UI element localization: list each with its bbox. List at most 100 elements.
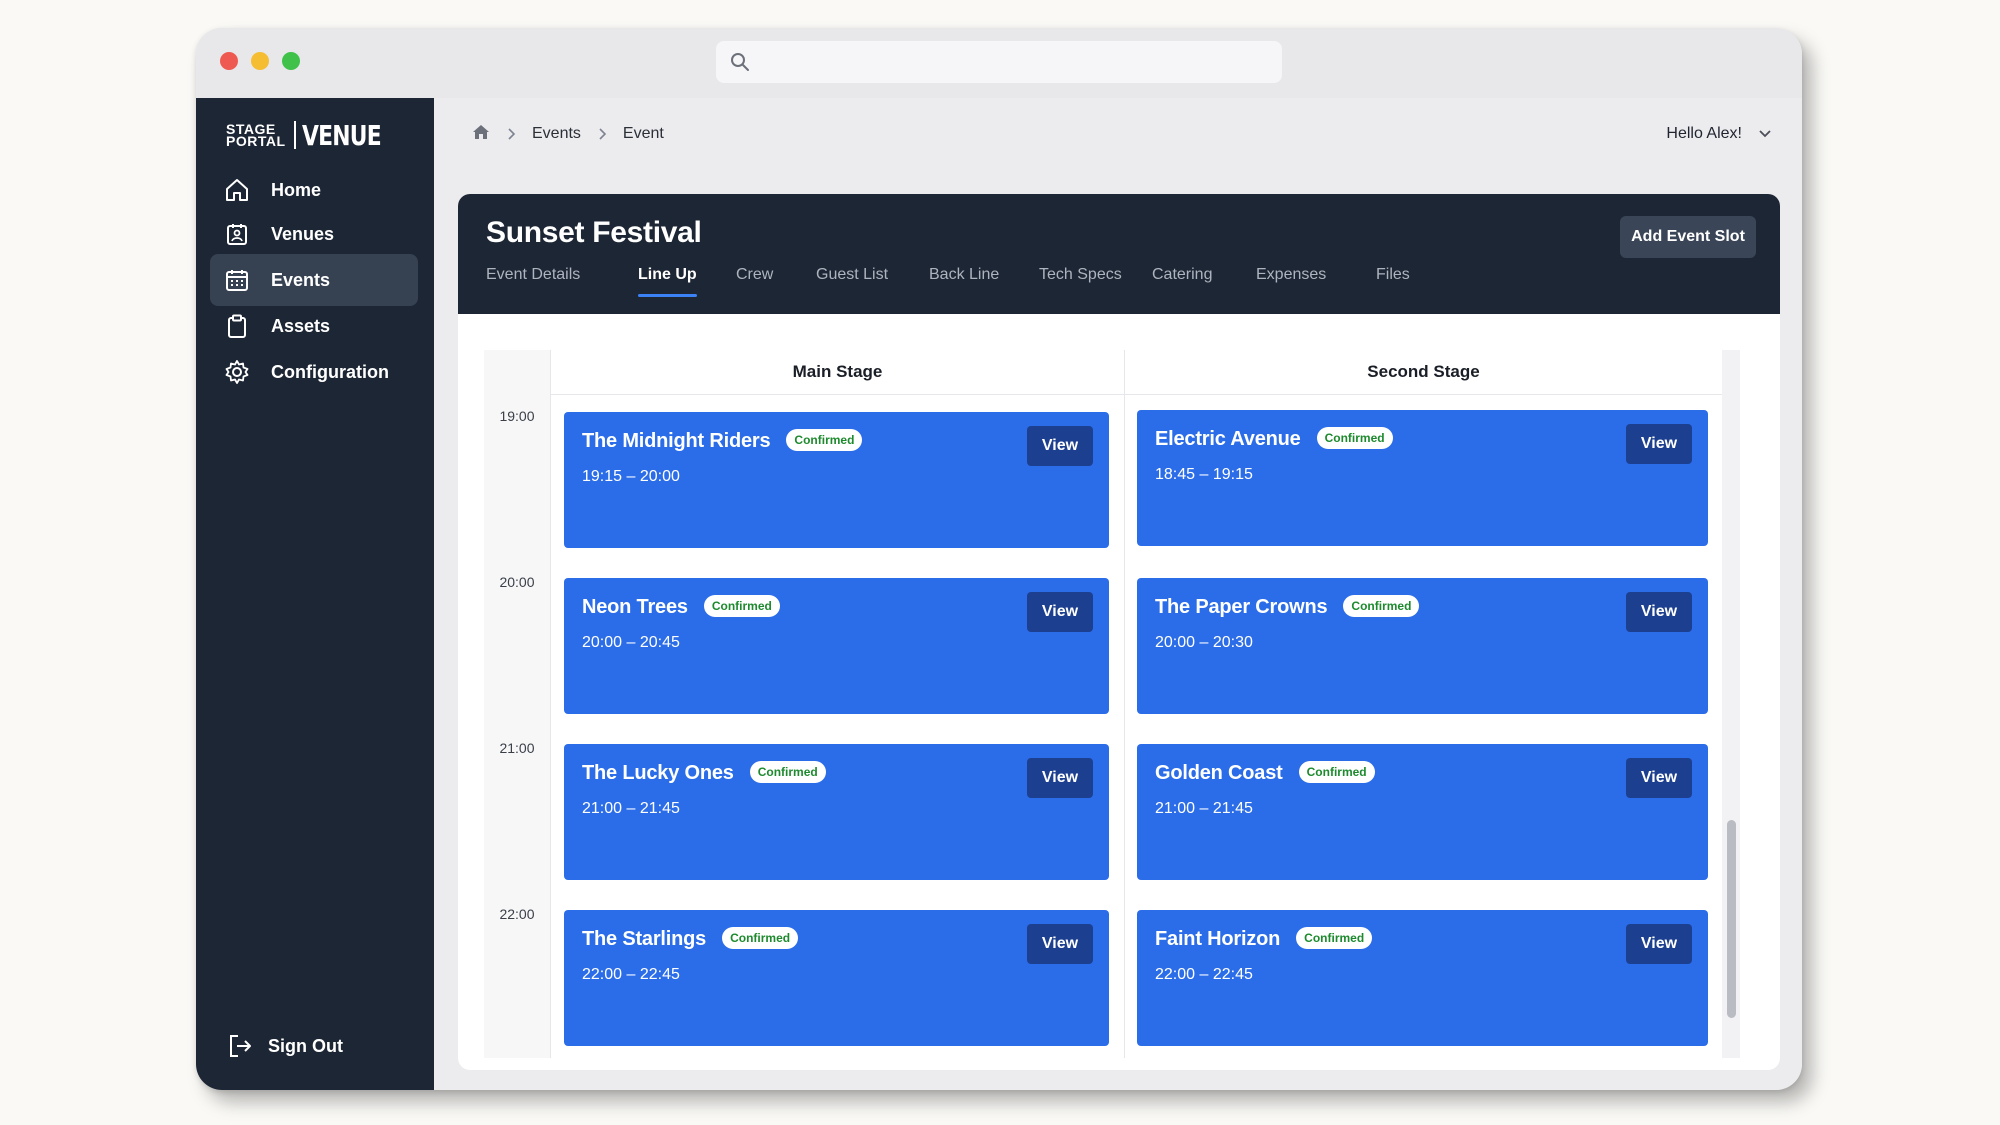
sidebar-item-events[interactable]: Events [210, 254, 418, 306]
logo-venue: VENUE [301, 118, 382, 152]
slot-card[interactable]: Faint Horizon Confirmed 22:00 – 22:45 Vie… [1137, 910, 1708, 1046]
view-button[interactable]: View [1626, 592, 1692, 632]
slot-name: The Midnight Riders [582, 430, 771, 452]
sidebar-item-assets[interactable]: Assets [210, 300, 418, 352]
app-window: STAGE PORTAL VENUE Home Venues Events As… [196, 28, 1802, 1090]
slot-name-wrap: The Paper Crowns Confirmed [1155, 595, 1420, 619]
home-icon[interactable] [472, 123, 490, 146]
stage-header-main: Main Stage [551, 350, 1124, 395]
slot-card[interactable]: Neon Trees Confirmed 20:00 – 20:45 View [564, 578, 1109, 714]
view-button[interactable]: View [1027, 592, 1093, 632]
view-button[interactable]: View [1626, 758, 1692, 798]
slot-name-wrap: Electric Avenue Confirmed [1155, 427, 1393, 451]
stage-header-second: Second Stage [1125, 350, 1722, 395]
view-button[interactable]: View [1027, 758, 1093, 798]
slot-name: Golden Coast [1155, 762, 1283, 784]
logo-divider [293, 121, 296, 149]
slot-name: The Lucky Ones [582, 762, 734, 784]
slot-card[interactable]: The Lucky Ones Confirmed 21:00 – 21:45 Vi… [564, 744, 1109, 880]
time-label: 22:00 [499, 906, 535, 922]
status-badge: Confirmed [703, 595, 780, 618]
calendar-icon [223, 266, 251, 294]
time-label: 19:00 [499, 408, 535, 424]
sidebar-item-venues[interactable]: Venues [210, 208, 418, 260]
tab-tech-specs[interactable]: Tech Specs [1039, 266, 1122, 284]
sidebar-item-label: Events [271, 269, 331, 290]
slot-time: 21:00 – 21:45 [1155, 800, 1253, 817]
slot-time: 18:45 – 19:15 [1155, 466, 1253, 483]
event-title: Sunset Festival [486, 216, 702, 249]
slot-name: Neon Trees [582, 596, 688, 618]
title-bar [196, 28, 1802, 98]
clipboard-icon [223, 312, 251, 340]
sign-out-icon [226, 1032, 254, 1060]
status-badge: Confirmed [1296, 927, 1373, 950]
slot-time: 22:00 – 22:45 [1155, 966, 1253, 983]
time-column: 19:00 20:00 21:00 22:00 [484, 350, 551, 1058]
time-label: 20:00 [499, 574, 535, 590]
tab-guest-list[interactable]: Guest List [816, 266, 888, 284]
chevron-right-icon [597, 128, 607, 140]
view-button[interactable]: View [1626, 424, 1692, 464]
search-input[interactable] [716, 41, 1282, 83]
brand-logo[interactable]: STAGE PORTAL VENUE [226, 118, 403, 152]
slot-card[interactable]: The Midnight Riders Confirmed 19:15 – 20:… [564, 412, 1109, 548]
time-label: 21:00 [499, 740, 535, 756]
sidebar-item-label: Configuration [271, 361, 389, 382]
slot-name-wrap: Neon Trees Confirmed [582, 595, 780, 619]
tab-event-details[interactable]: Event Details [486, 266, 580, 284]
gear-icon [223, 358, 251, 386]
lineup-schedule: 19:00 20:00 21:00 22:00 Main Stage Secon… [484, 350, 1740, 1058]
sidebar-item-label: Assets [271, 315, 331, 336]
slot-name-wrap: Golden Coast Confirmed [1155, 761, 1375, 785]
view-button[interactable]: View [1027, 924, 1093, 964]
view-button[interactable]: View [1027, 426, 1093, 466]
close-window-button[interactable] [220, 52, 238, 70]
tab-crew[interactable]: Crew [736, 266, 773, 284]
status-badge: Confirmed [786, 429, 863, 452]
home-icon [223, 176, 251, 204]
status-badge: Confirmed [1298, 761, 1375, 784]
slot-time: 20:00 – 20:45 [582, 634, 680, 651]
tab-line-up[interactable]: Line Up [638, 266, 697, 297]
sidebar-item-label: Venues [271, 223, 335, 244]
venue-icon [223, 220, 251, 248]
slot-name: The Starlings [582, 928, 707, 950]
search-icon [731, 53, 749, 71]
slot-time: 20:00 – 20:30 [1155, 634, 1253, 651]
view-button[interactable]: View [1626, 924, 1692, 964]
status-badge: Confirmed [1316, 427, 1393, 450]
sidebar: STAGE PORTAL VENUE Home Venues Events As… [196, 98, 434, 1090]
sidebar-item-configuration[interactable]: Configuration [210, 346, 418, 398]
user-greeting: Hello Alex! [1666, 125, 1742, 142]
user-menu[interactable]: Hello Alex! [1666, 122, 1772, 146]
slot-name-wrap: The Starlings Confirmed [582, 927, 799, 951]
status-badge: Confirmed [722, 927, 799, 950]
slot-name: Faint Horizon [1155, 928, 1281, 950]
sign-out-button[interactable]: Sign Out [226, 1032, 343, 1060]
scrollbar-thumb[interactable] [1727, 820, 1736, 1018]
main-content: Events Event Hello Alex! Sunset Festival… [434, 98, 1802, 1090]
tab-files[interactable]: Files [1376, 266, 1410, 284]
sign-out-label: Sign Out [268, 1035, 343, 1056]
sidebar-item-label: Home [271, 179, 322, 200]
event-panel: Sunset Festival Add Event Slot Event Det… [458, 194, 1780, 1070]
breadcrumb: Events Event [472, 122, 664, 146]
tab-catering[interactable]: Catering [1152, 266, 1212, 284]
slot-time: 19:15 – 20:00 [582, 468, 680, 485]
maximize-window-button[interactable] [282, 52, 300, 70]
chevron-right-icon [506, 128, 516, 140]
slot-card[interactable]: The Starlings Confirmed 22:00 – 22:45 Vie… [564, 910, 1109, 1046]
slot-card[interactable]: Golden Coast Confirmed 21:00 – 21:45 View [1137, 744, 1708, 880]
slot-card[interactable]: Electric Avenue Confirmed 18:45 – 19:15 V… [1137, 410, 1708, 546]
logo-stage-portal: STAGE PORTAL [226, 121, 286, 149]
stage-divider [1124, 350, 1125, 1058]
slot-name-wrap: Faint Horizon Confirmed [1155, 927, 1373, 951]
breadcrumb-events[interactable]: Events [532, 125, 581, 143]
tab-expenses[interactable]: Expenses [1256, 266, 1326, 284]
tab-back-line[interactable]: Back Line [929, 266, 999, 284]
slot-name-wrap: The Lucky Ones Confirmed [582, 761, 826, 785]
add-event-slot-button[interactable]: Add Event Slot [1620, 216, 1756, 258]
slot-card[interactable]: The Paper Crowns Confirmed 20:00 – 20:30 … [1137, 578, 1708, 714]
minimize-window-button[interactable] [251, 52, 269, 70]
